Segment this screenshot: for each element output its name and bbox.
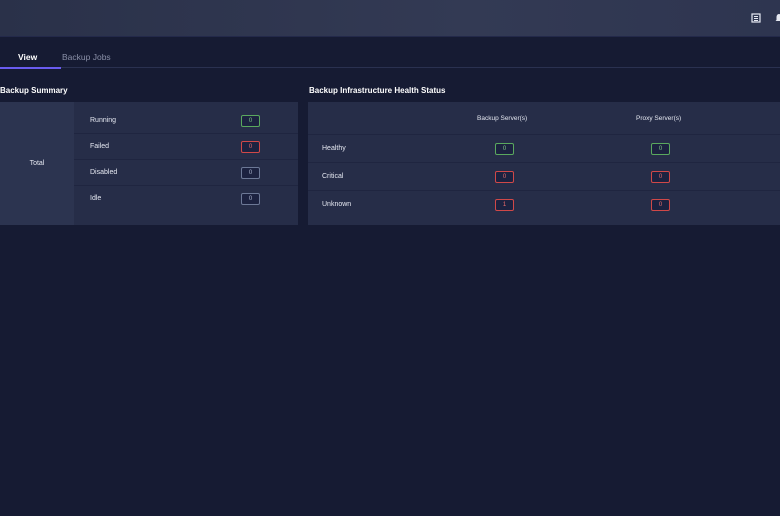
status-badge[interactable]: 1 (495, 199, 514, 211)
status-badge[interactable]: 0 (651, 143, 670, 155)
backup-summary-title: Backup Summary (0, 86, 68, 95)
total-label: Total (0, 102, 74, 225)
status-badge[interactable]: 0 (241, 167, 260, 179)
summary-row-idle: Idle 0 (74, 186, 298, 212)
health-status-panel: Backup Server(s) Proxy Server(s) Healthy… (308, 102, 780, 225)
tab-bar: View Backup Jobs (0, 48, 780, 69)
status-badge[interactable]: 0 (241, 141, 260, 153)
row-label: Failed (90, 143, 110, 150)
summary-row-running: Running 0 (74, 108, 298, 134)
status-badge[interactable]: 0 (241, 193, 260, 205)
row-label: Healthy (322, 145, 346, 152)
row-label: Unknown (322, 201, 352, 208)
health-status-title: Backup Infrastructure Health Status (309, 86, 446, 95)
summary-rows: Running 0 Failed 0 Disabled 0 Idle 0 (74, 102, 298, 225)
row-label: Running (90, 117, 117, 124)
row-label: Critical (322, 173, 344, 180)
tab-view[interactable]: View (0, 48, 62, 69)
status-badge[interactable]: 0 (651, 199, 670, 211)
book-icon[interactable] (749, 11, 763, 25)
status-badge[interactable]: 0 (651, 171, 670, 183)
column-header-proxy-servers: Proxy Server(s) (636, 115, 682, 122)
health-row-critical: Critical 0 0 (308, 163, 780, 191)
backup-summary-panel: Total Running 0 Failed 0 Disabled 0 Idle… (0, 102, 298, 225)
row-label: Disabled (90, 169, 118, 176)
status-badge[interactable]: 0 (495, 143, 514, 155)
top-bar (0, 0, 780, 37)
health-row-healthy: Healthy 0 0 (308, 135, 780, 163)
tab-backup-jobs[interactable]: Backup Jobs (58, 48, 115, 68)
summary-row-disabled: Disabled 0 (74, 160, 298, 186)
status-badge[interactable]: 0 (495, 171, 514, 183)
summary-row-failed: Failed 0 (74, 134, 298, 160)
column-header-backup-servers: Backup Server(s) (477, 115, 528, 122)
health-header-row: Backup Server(s) Proxy Server(s) (308, 102, 780, 135)
row-label: Idle (90, 195, 102, 202)
status-badge[interactable]: 0 (241, 115, 260, 127)
health-row-unknown: Unknown 1 0 (308, 191, 780, 219)
bell-icon[interactable] (772, 11, 780, 25)
